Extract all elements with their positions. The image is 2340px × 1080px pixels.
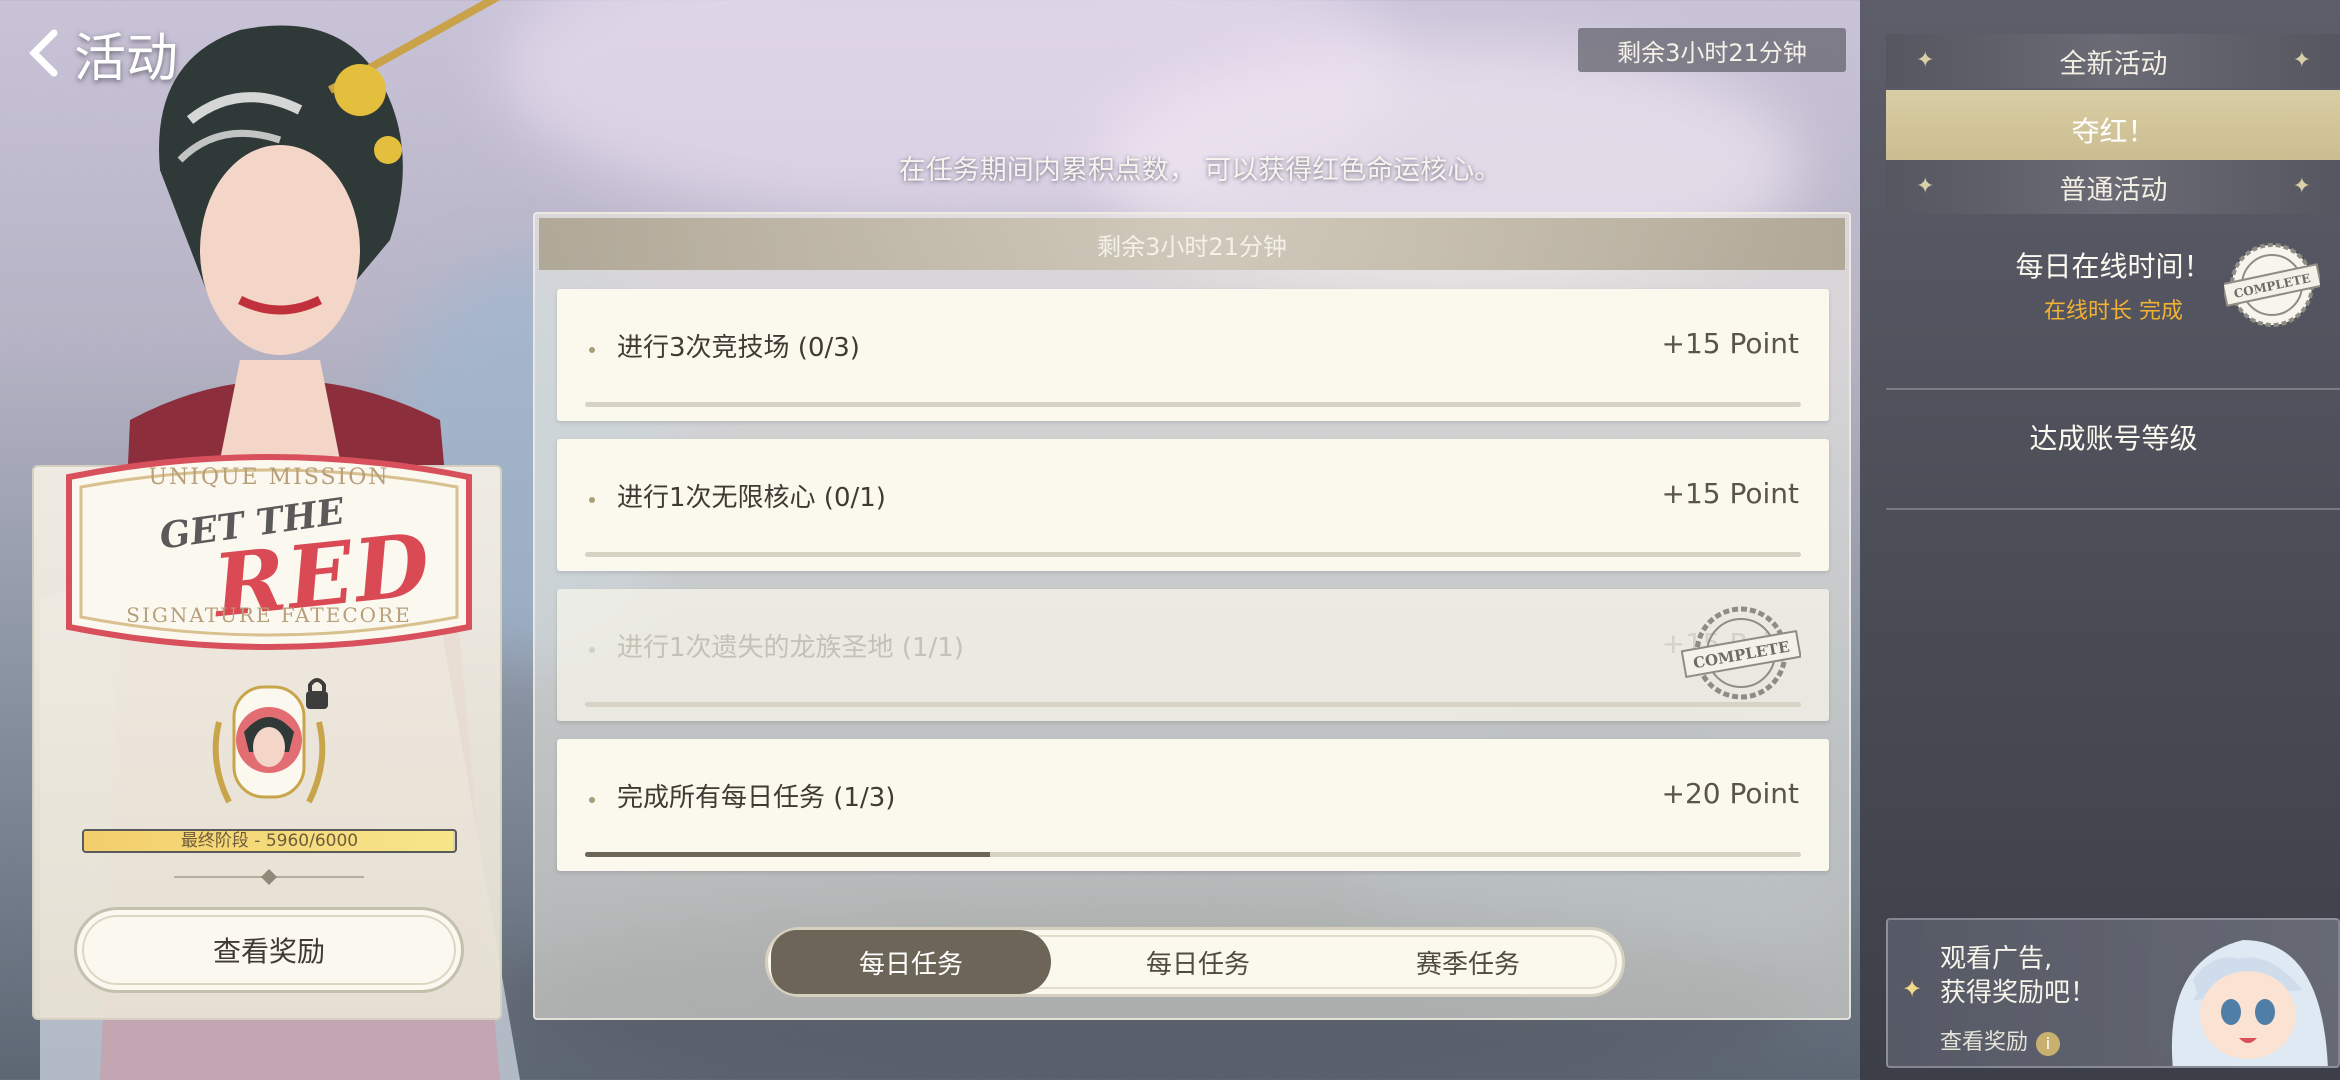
mission-tabs: 每日任务 每日任务 赛季任务 bbox=[765, 927, 1625, 997]
sidebar-item-daily-online[interactable]: 每日在线时间！ 在线时长 完成 COMPLETE bbox=[1886, 220, 2340, 350]
task-progress-fill bbox=[585, 852, 990, 857]
sparkle-icon: ✦ bbox=[2292, 174, 2311, 199]
task-row-completed[interactable]: 进行1次遗失的龙族圣地 (1/1) +15 Point COMPLETE bbox=[557, 589, 1829, 721]
sparkle-icon: ✦ bbox=[2292, 48, 2311, 73]
event-card: UNIQUE MISSION GET THE RED SIGNATURE FAT… bbox=[32, 454, 502, 1020]
ad-title-line1: 观看广告, bbox=[1940, 944, 2053, 974]
view-rewards-button[interactable]: 查看奖励 bbox=[74, 907, 464, 993]
new-events-header: ✦ 全新活动 ✦ bbox=[1886, 34, 2340, 88]
sparkle-icon: ✦ bbox=[1916, 48, 1935, 73]
sparkle-icon: ✦ bbox=[1902, 975, 1923, 1003]
sidebar-item-account-level[interactable]: 达成账号等级 bbox=[1886, 392, 2340, 482]
tab-season-missions[interactable]: 赛季任务 bbox=[1328, 930, 1608, 994]
sidebar-item-status: 在线时长 完成 bbox=[2044, 299, 2183, 324]
complete-stamp-icon: COMPLETE bbox=[2224, 243, 2320, 327]
ad-link-label: 查看奖励 bbox=[1940, 1030, 2029, 1055]
task-label: 进行3次竞技场 (0/3) bbox=[617, 333, 860, 363]
emblem-top-text: UNIQUE MISSION bbox=[148, 465, 390, 490]
event-description: 在任务期间内累积点数， 可以获得红色命运核心。 bbox=[898, 155, 1502, 186]
bullet-icon bbox=[589, 347, 595, 353]
ad-title: 观看广告, 获得奖励吧！ bbox=[1940, 942, 2096, 1010]
mission-panel: 剩余3小时21分钟 进行3次竞技场 (0/3) +15 Point 进行1次无限… bbox=[533, 212, 1851, 1020]
task-row[interactable]: 进行3次竞技场 (0/3) +15 Point bbox=[557, 289, 1829, 421]
task-label: 完成所有每日任务 (1/3) bbox=[617, 783, 896, 813]
sidebar-item-get-red[interactable]: 夺红！ bbox=[1886, 90, 2340, 170]
task-label: 进行1次遗失的龙族圣地 (1/1) bbox=[617, 633, 964, 663]
top-nav: 活动 bbox=[24, 18, 179, 89]
task-row[interactable]: 完成所有每日任务 (1/3) +20 Point bbox=[557, 739, 1829, 871]
emblem-bottom-text: SIGNATURE FATECORE bbox=[126, 603, 412, 627]
bullet-icon bbox=[589, 497, 595, 503]
info-icon[interactable]: i bbox=[2036, 1032, 2061, 1056]
task-points: +15 Point bbox=[1661, 327, 1799, 360]
event-emblem: UNIQUE MISSION GET THE RED SIGNATURE FAT… bbox=[49, 447, 489, 657]
event-progress-bar: 最终阶段 - 5960/6000 bbox=[82, 829, 457, 853]
task-progress-bar bbox=[585, 552, 1801, 557]
sidebar-item-label: 每日在线时间！ bbox=[2015, 250, 2212, 283]
ornament-divider bbox=[174, 869, 364, 885]
task-progress-bar bbox=[585, 702, 1801, 707]
task-progress-bar bbox=[585, 852, 1801, 857]
panel-header-timer: 剩余3小时21分钟 bbox=[539, 218, 1845, 270]
tab-daily-missions[interactable]: 每日任务 bbox=[1058, 930, 1338, 994]
divider bbox=[1886, 388, 2340, 390]
event-progress-label: 最终阶段 - 5960/6000 bbox=[180, 831, 359, 851]
ad-title-line2: 获得奖励吧！ bbox=[1940, 978, 2097, 1008]
task-label: 进行1次无限核心 (0/1) bbox=[617, 483, 886, 513]
bullet-icon bbox=[589, 647, 595, 653]
page-title: 活动 bbox=[74, 28, 179, 89]
sidebar-item-label: 达成账号等级 bbox=[2029, 422, 2198, 455]
task-progress-bar bbox=[585, 402, 1801, 407]
divider bbox=[1886, 508, 2340, 510]
normal-events-header: ✦ 普通活动 ✦ bbox=[1886, 160, 2340, 214]
new-events-title: 全新活动 bbox=[2059, 48, 2168, 80]
chevron-left-icon[interactable] bbox=[24, 23, 64, 83]
lock-icon bbox=[306, 678, 328, 709]
task-row[interactable]: 进行1次无限核心 (0/1) +15 Point bbox=[557, 439, 1829, 571]
bullet-icon bbox=[589, 797, 595, 803]
complete-stamp-icon: COMPLETE bbox=[1681, 606, 1801, 700]
task-progress-fill bbox=[585, 702, 1801, 707]
tab-daily-missions-active[interactable]: 每日任务 bbox=[771, 930, 1051, 994]
sparkle-icon: ✦ bbox=[1916, 174, 1935, 199]
normal-events-title: 普通活动 bbox=[2059, 174, 2168, 206]
time-remaining-badge: 剩余3小时21分钟 bbox=[1578, 28, 1846, 72]
task-points: +20 Point bbox=[1661, 777, 1799, 810]
watch-ad-panel[interactable]: ✦ 观看广告, 获得奖励吧！ 查看奖励 i bbox=[1886, 918, 2340, 1068]
mascot-illustration bbox=[2171, 940, 2328, 1066]
sidebar-item-label: 夺红！ bbox=[2071, 115, 2156, 148]
task-points: +15 Point bbox=[1661, 477, 1799, 510]
ad-view-rewards-link[interactable]: 查看奖励 i bbox=[1940, 1024, 2061, 1056]
